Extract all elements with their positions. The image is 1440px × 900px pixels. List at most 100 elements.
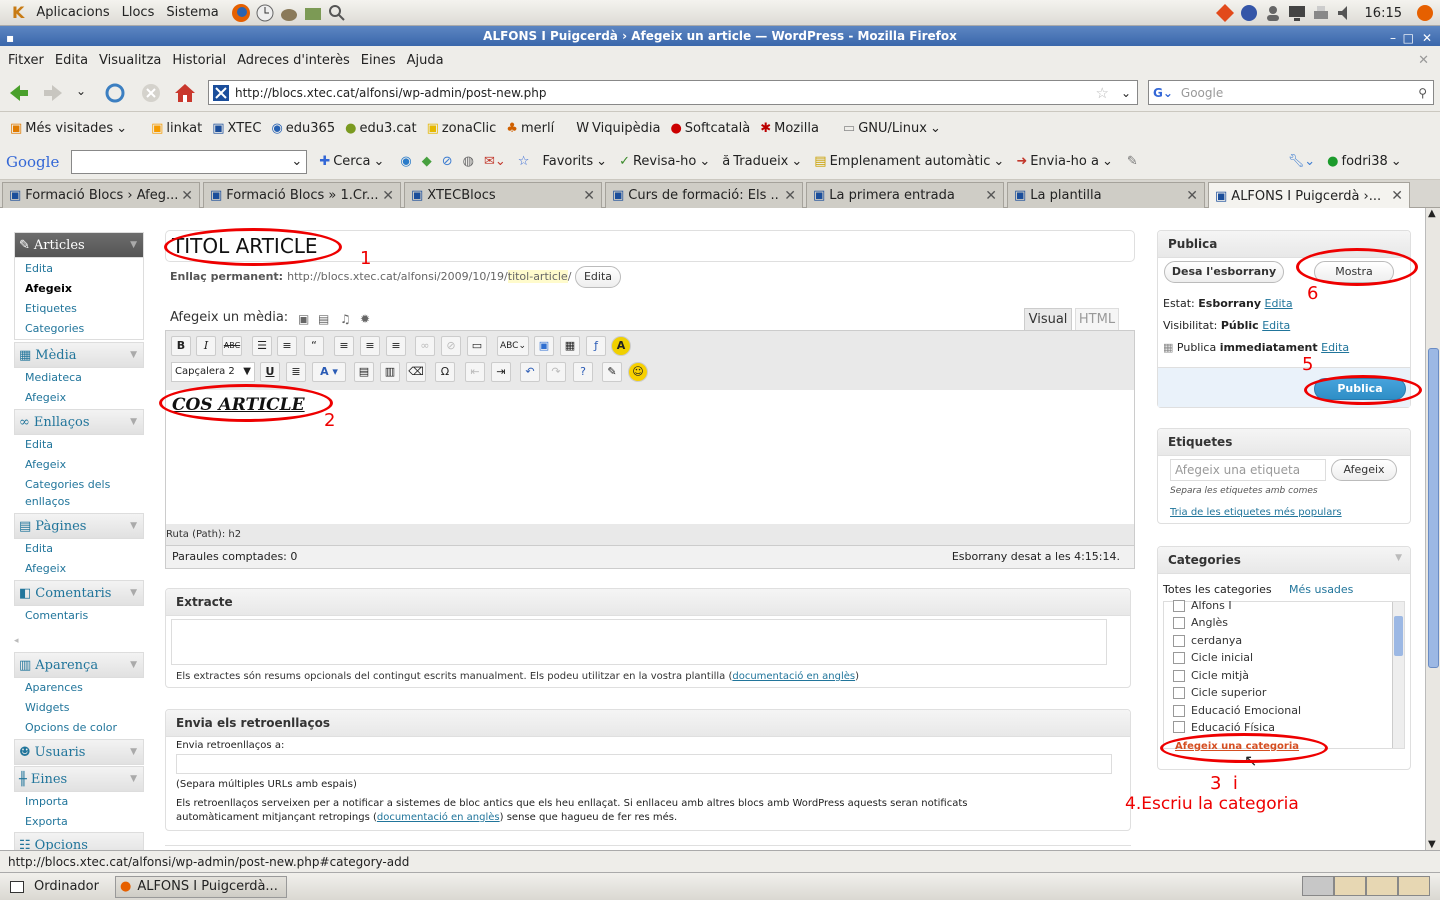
- redo-icon[interactable]: ↷: [546, 362, 566, 382]
- align-center-icon[interactable]: ≡: [360, 336, 380, 356]
- url-dropdown-icon[interactable]: ⌄: [1121, 86, 1131, 100]
- gb-pencil-icon[interactable]: ✎: [1127, 154, 1138, 169]
- tab-close-icon[interactable]: ✕: [1391, 188, 1403, 204]
- insert-link-icon[interactable]: ∞: [415, 336, 435, 356]
- gimp-launcher-icon[interactable]: [279, 3, 299, 23]
- submenu-media-add[interactable]: Afegeix: [25, 391, 155, 404]
- tab-close-icon[interactable]: ✕: [583, 188, 595, 204]
- gb-translate-button[interactable]: ă Tradueix ⌄: [722, 154, 802, 169]
- gb-translate-icon[interactable]: ◆: [422, 154, 432, 169]
- bookmark-mozilla[interactable]: ✱ Mozilla: [760, 121, 819, 136]
- numbered-list-icon[interactable]: ≡: [277, 336, 297, 356]
- submenu-links-add[interactable]: Afegeix: [25, 458, 155, 471]
- volume-icon[interactable]: [1335, 3, 1355, 23]
- menu-toggle-icon[interactable]: ▼: [130, 774, 137, 784]
- scroll-thumb[interactable]: [1428, 348, 1439, 668]
- search-magnifier-icon[interactable]: ⚲: [1418, 86, 1427, 100]
- gb-account-button[interactable]: ● fodri38 ⌄: [1327, 154, 1402, 169]
- submenu-pages-edit[interactable]: Edita: [25, 542, 155, 555]
- submenu-links-edit[interactable]: Edita: [25, 438, 155, 451]
- permalink-edit-button[interactable]: Edita: [575, 266, 621, 288]
- google-input-dropdown-icon[interactable]: ⌄: [291, 154, 302, 169]
- add-image-icon[interactable]: ▣: [298, 312, 309, 326]
- justify-icon[interactable]: ≣: [286, 362, 306, 382]
- category-item[interactable]: Cicle superior: [1173, 686, 1266, 699]
- gb-compass-icon[interactable]: ⊘: [442, 154, 453, 169]
- back-arrow-icon[interactable]: [8, 82, 30, 104]
- tab-close-icon[interactable]: ✕: [985, 188, 997, 204]
- bookmark-zonaclic[interactable]: ▣ zonaClic: [427, 121, 497, 136]
- gb-wrench-icon[interactable]: 🔧︎⌄: [1288, 154, 1315, 169]
- italic-button[interactable]: I: [196, 336, 216, 356]
- indent-icon[interactable]: ⇥: [491, 362, 511, 382]
- flash-icon[interactable]: ƒ: [586, 336, 606, 356]
- submenu-links-categories[interactable]: Categories dels: [25, 478, 155, 491]
- stop-icon[interactable]: [140, 82, 162, 104]
- close-window-button[interactable]: ✕: [1422, 28, 1432, 48]
- menu-users[interactable]: ☻ Usuaris ▼: [14, 739, 144, 765]
- category-checkbox[interactable]: [1173, 616, 1185, 629]
- category-item[interactable]: Cicle mitjà: [1173, 669, 1249, 682]
- tab-most-used[interactable]: Més usades: [1289, 583, 1353, 596]
- home-icon[interactable]: [174, 82, 196, 104]
- category-scrollbar[interactable]: [1392, 602, 1404, 748]
- tags-title[interactable]: Etiquetes: [1158, 429, 1410, 456]
- file-manager-launcher-icon[interactable]: [303, 3, 323, 23]
- tab-close-icon[interactable]: ✕: [1186, 188, 1198, 204]
- category-checkbox[interactable]: [1173, 634, 1185, 647]
- google-logo[interactable]: Google: [6, 153, 59, 171]
- underline-button[interactable]: U: [260, 362, 280, 382]
- user-icon[interactable]: [1263, 3, 1283, 23]
- submenu-comments[interactable]: Comentaris: [25, 609, 155, 622]
- google-search-button[interactable]: ✚ Cerca ⌄: [319, 154, 384, 169]
- firefox-launcher-icon[interactable]: [231, 3, 251, 23]
- tab-close-icon[interactable]: ✕: [784, 188, 796, 204]
- category-item[interactable]: Alfons I: [1173, 599, 1232, 612]
- bookmark-star-icon[interactable]: ☆: [1096, 84, 1109, 102]
- tab-3[interactable]: ▣ XTECBlocs ✕: [404, 182, 602, 208]
- printer-icon[interactable]: [1311, 3, 1331, 23]
- tab-all-categories[interactable]: Totes les categories: [1163, 583, 1272, 596]
- categories-collapse-icon[interactable]: ▼: [1395, 553, 1402, 563]
- tab-close-icon[interactable]: ✕: [382, 188, 394, 204]
- submenu-export[interactable]: Exporta: [25, 815, 155, 828]
- scroll-up-icon[interactable]: ▲: [1428, 208, 1436, 219]
- visibility-edit-link[interactable]: Edita: [1262, 319, 1290, 332]
- kitchen-sink-icon[interactable]: ▦: [560, 336, 580, 356]
- menu-toggle-icon[interactable]: ▼: [130, 588, 137, 598]
- schedule-edit-link[interactable]: Edita: [1321, 341, 1349, 354]
- format-select[interactable]: Capçalera 2 ▼: [171, 362, 255, 382]
- align-left-icon[interactable]: ≡: [334, 336, 354, 356]
- add-video-icon[interactable]: ▤: [318, 312, 329, 326]
- category-checkbox[interactable]: [1173, 704, 1185, 717]
- category-item[interactable]: Educació Física: [1173, 721, 1275, 733]
- search-bar[interactable]: G⌄ Google ⚲: [1148, 80, 1434, 105]
- trackbacks-title[interactable]: Envia els retroenllaços: [166, 710, 1130, 737]
- permalink-slug[interactable]: titol-article: [507, 270, 568, 283]
- workspace-1[interactable]: [1302, 876, 1334, 896]
- category-checkbox[interactable]: [1173, 651, 1185, 664]
- categories-title[interactable]: Categories: [1158, 547, 1410, 574]
- menu-bookmarks[interactable]: Adreces d'interès: [237, 53, 350, 68]
- google-toolbar-input[interactable]: ⌄: [71, 149, 308, 174]
- tab-2[interactable]: ▣ Formació Blocs » 1.Cr... ✕: [203, 182, 401, 208]
- excerpt-title[interactable]: Extracte: [166, 589, 1130, 616]
- show-desktop-icon[interactable]: [10, 880, 24, 893]
- window-menu-icon[interactable]: ▪: [6, 28, 14, 48]
- undo-icon[interactable]: ↶: [520, 362, 540, 382]
- menu-tools[interactable]: ╫ Eines ▼: [14, 766, 144, 792]
- menu-history[interactable]: Historial: [172, 53, 226, 68]
- gb-spellcheck-button[interactable]: ✓ Revisa-ho ⌄: [619, 154, 710, 169]
- category-checkbox[interactable]: [1173, 599, 1185, 612]
- help-icon[interactable]: ?: [573, 362, 593, 382]
- unlink-icon[interactable]: ⊘: [441, 336, 461, 356]
- page-scrollbar[interactable]: ▲ ▼: [1425, 208, 1440, 850]
- submenu-articles-tags[interactable]: Etiquetes: [25, 302, 155, 315]
- submenu-widgets[interactable]: Widgets: [25, 701, 155, 714]
- save-draft-button[interactable]: Desa l'esborrany: [1164, 261, 1284, 283]
- tag-input[interactable]: Afegeix una etiqueta: [1170, 459, 1326, 481]
- menu-help[interactable]: Ajuda: [407, 53, 444, 68]
- paste-word-icon[interactable]: ▥: [380, 362, 400, 382]
- trackbacks-input[interactable]: [176, 754, 1112, 774]
- submenu-pages-add[interactable]: Afegeix: [25, 562, 155, 575]
